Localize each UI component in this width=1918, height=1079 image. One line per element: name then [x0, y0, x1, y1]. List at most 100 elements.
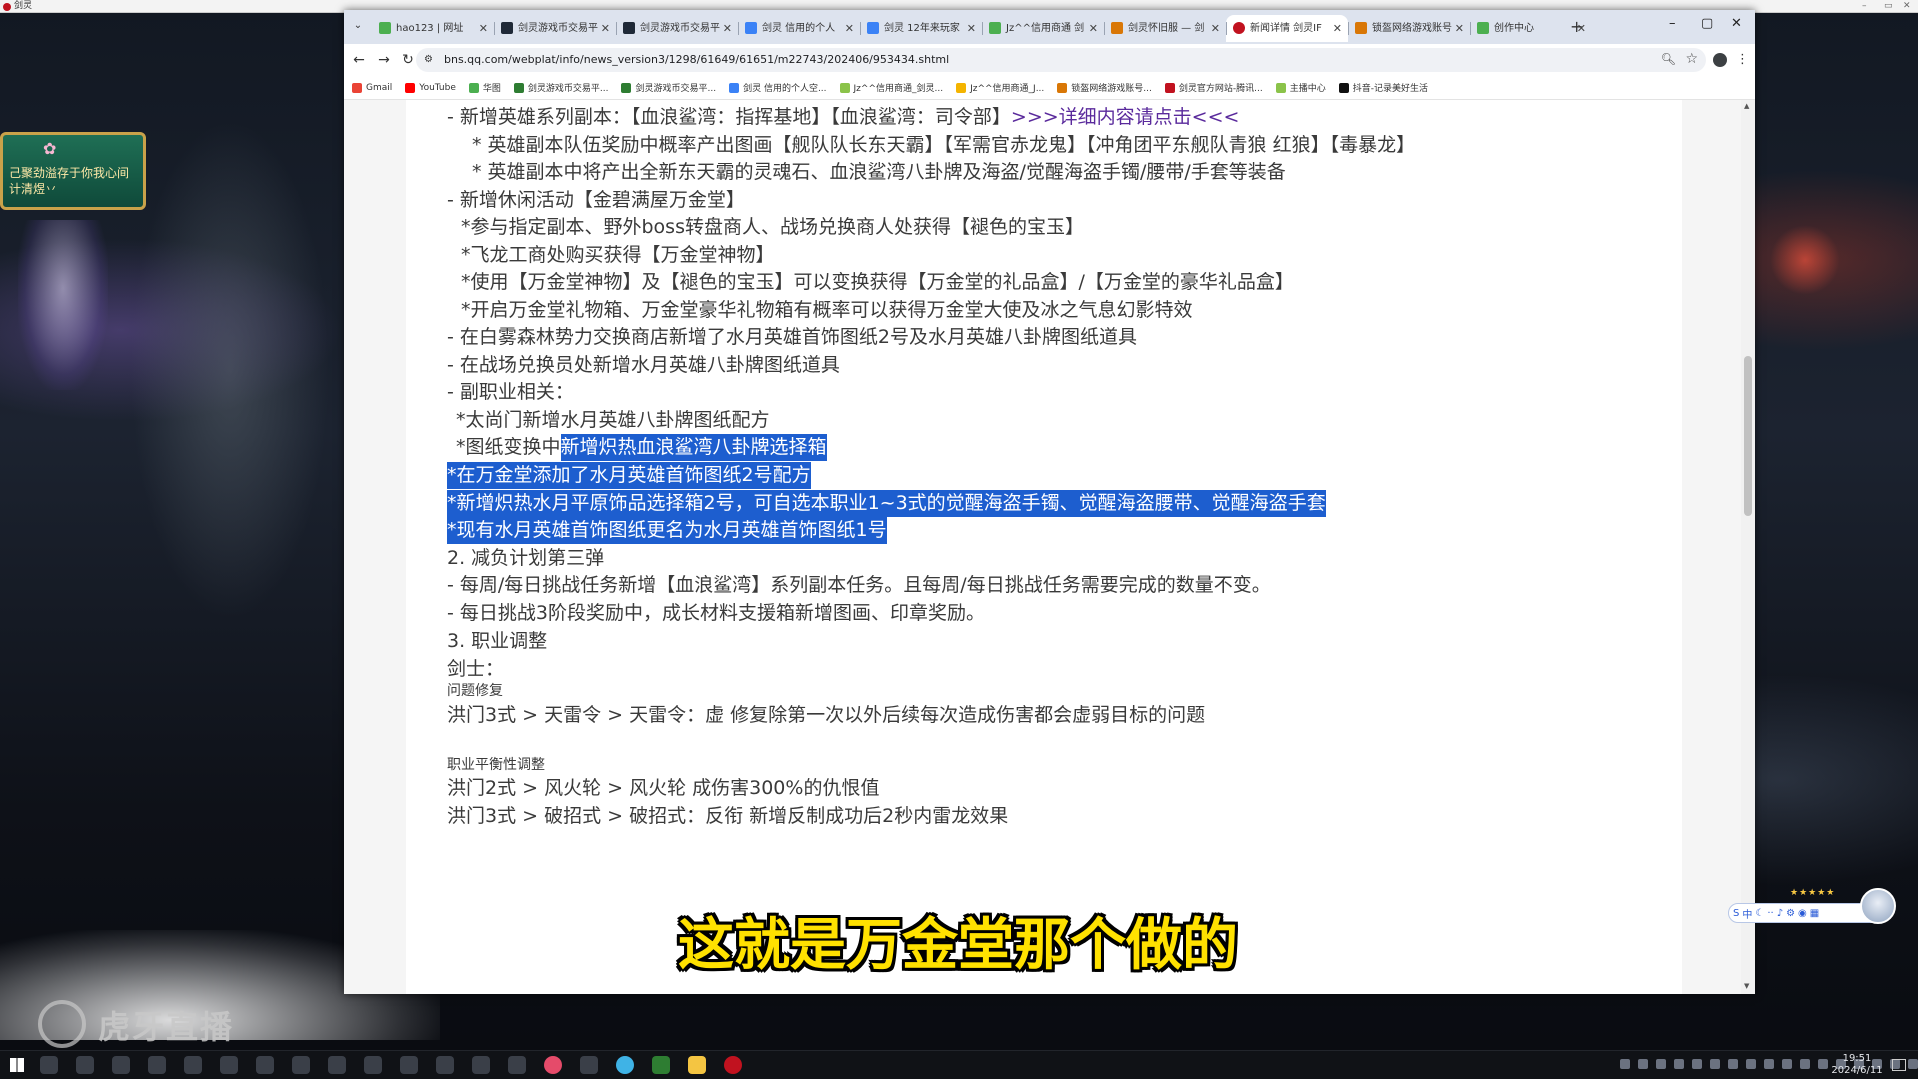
ime-grid-icon[interactable]: ▦: [1810, 908, 1819, 919]
music-app-icon[interactable]: [544, 1056, 562, 1074]
bookmark-item[interactable]: 抖音-记录美好生活: [1338, 81, 1428, 94]
tab-close-icon[interactable]: ✕: [1333, 15, 1342, 42]
bookmark-item[interactable]: Jz^^信用商通_剑灵...: [839, 81, 943, 94]
ime-icon[interactable]: S: [1733, 908, 1739, 919]
forward-icon[interactable]: →: [375, 51, 393, 69]
taskbar-app-icon[interactable]: [220, 1056, 238, 1074]
bookmark-item[interactable]: 剑灵游戏币交易平...: [621, 81, 716, 94]
terminal-app-icon[interactable]: [652, 1056, 670, 1074]
bookmark-item[interactable]: Jz^^信用商通_J...: [956, 81, 1044, 94]
site-info-icon[interactable]: ⚙: [424, 54, 436, 66]
tab-3[interactable]: 剑灵 信用的个人 ✕: [738, 15, 860, 42]
page-scrollbar[interactable]: ▲ ▼: [1741, 100, 1755, 994]
profile-icon[interactable]: [1713, 53, 1727, 67]
tab-close-icon[interactable]: ✕: [1089, 15, 1098, 42]
tray-icon[interactable]: [1782, 1059, 1792, 1069]
bookmark-item[interactable]: 剑灵游戏币交易平...: [513, 81, 608, 94]
ime-mic-icon[interactable]: ♪: [1777, 908, 1783, 919]
taskbar-app-icon[interactable]: [40, 1056, 58, 1074]
windows-start-icon[interactable]: [10, 1058, 24, 1072]
game-maximize-icon[interactable]: ▭: [1884, 0, 1893, 13]
taskbar-app-icon[interactable]: [256, 1056, 274, 1074]
back-icon[interactable]: ←: [350, 51, 368, 69]
taskbar-app-icon[interactable]: [112, 1056, 130, 1074]
game-close-icon[interactable]: ✕: [1903, 0, 1911, 13]
tray-icon[interactable]: [1638, 1059, 1648, 1069]
detail-link[interactable]: >>>详细内容请点击<<<: [1011, 106, 1240, 128]
ime-mode-icon[interactable]: 中: [1742, 906, 1752, 921]
bookmark-favicon-icon: [621, 82, 632, 93]
game-launcher-icon[interactable]: [688, 1056, 706, 1074]
minimize-icon[interactable]: –: [1669, 16, 1676, 31]
menu-icon[interactable]: ⋮: [1736, 52, 1749, 67]
taskbar-app-icon[interactable]: [400, 1056, 418, 1074]
tab-close-icon[interactable]: ✕: [723, 15, 732, 42]
tab-7[interactable]: 新闻详情 剑灵IF ✕: [1226, 15, 1348, 42]
bookmark-item[interactable]: 华图: [468, 81, 501, 94]
tray-icon[interactable]: [1746, 1059, 1756, 1069]
tab-search-icon[interactable]: ⌄: [350, 18, 366, 34]
ime-dots-icon[interactable]: ··: [1767, 908, 1773, 919]
close-window-icon[interactable]: ✕: [1731, 16, 1742, 31]
taskbar-app-icon[interactable]: [292, 1056, 310, 1074]
zoom-icon[interactable]: 🔍︎: [1661, 52, 1676, 66]
taskbar-app-icon[interactable]: [184, 1056, 202, 1074]
browser-app-icon[interactable]: [616, 1056, 634, 1074]
notepad-app-icon[interactable]: [580, 1056, 598, 1074]
tab-close-icon[interactable]: ✕: [479, 15, 488, 42]
game-event-popup[interactable]: ✿ 己聚劲溢存于你我心间 计清煜丷: [0, 132, 146, 210]
maximize-icon[interactable]: ▢: [1701, 16, 1713, 31]
taskbar-app-icon[interactable]: [76, 1056, 94, 1074]
taskbar-app-icon[interactable]: [364, 1056, 382, 1074]
tab-2[interactable]: 剑灵游戏币交易平 ✕: [616, 15, 738, 42]
bookmark-item[interactable]: YouTube: [405, 82, 456, 93]
bookmark-item[interactable]: 剑灵官方网站-腾讯...: [1164, 81, 1263, 94]
tab-close-icon[interactable]: ✕: [1211, 15, 1220, 42]
scroll-up-icon[interactable]: ▲: [1744, 102, 1749, 110]
tab-close-icon[interactable]: ✕: [845, 15, 854, 42]
ime-avatar[interactable]: [1860, 888, 1896, 924]
article-text: * 英雄副本中将产出全新东天霸的灵魂石、血浪鲨湾八卦牌及海盗/觉醒海盗手镯/腰带…: [472, 161, 1286, 183]
scroll-thumb[interactable]: [1744, 356, 1752, 516]
tab-0[interactable]: hao123 | 网址 ✕: [372, 15, 494, 42]
tray-icon[interactable]: [1692, 1059, 1702, 1069]
tray-icon[interactable]: [1620, 1059, 1630, 1069]
taskbar-app-icon[interactable]: [148, 1056, 166, 1074]
tray-icon[interactable]: [1764, 1059, 1774, 1069]
ime-moon-icon[interactable]: ☾: [1755, 908, 1764, 919]
address-bar[interactable]: ⚙ bns.qq.com/webplat/info/news_version3/…: [416, 48, 1706, 72]
url-text[interactable]: bns.qq.com/webplat/info/news_version3/12…: [444, 48, 949, 72]
ime-settings-icon[interactable]: ⚙: [1786, 908, 1795, 919]
taskbar-app-icon[interactable]: [436, 1056, 454, 1074]
taskbar-app-icon[interactable]: [508, 1056, 526, 1074]
tray-icon[interactable]: [1800, 1059, 1810, 1069]
bookmark-item[interactable]: 主播中心: [1275, 81, 1326, 94]
scroll-down-icon[interactable]: ▼: [1744, 982, 1749, 990]
tab-close-icon[interactable]: ✕: [967, 15, 976, 42]
tray-icon[interactable]: [1656, 1059, 1666, 1069]
tab-8[interactable]: 锁盔网络游戏账号 ✕: [1348, 15, 1470, 42]
reload-icon[interactable]: ↻: [399, 51, 417, 69]
tray-icon[interactable]: [1908, 1059, 1918, 1069]
tab-close-icon[interactable]: ✕: [1455, 15, 1464, 42]
taskbar-app-icon[interactable]: [472, 1056, 490, 1074]
tray-icon[interactable]: [1728, 1059, 1738, 1069]
bookmark-item[interactable]: 剑灵 信用的个人空...: [729, 81, 827, 94]
ime-skin-icon[interactable]: ◉: [1798, 908, 1807, 919]
taskbar-clock[interactable]: 19:51 2024/6/11: [1822, 1053, 1892, 1077]
tab-6[interactable]: 剑灵怀旧服 — 剑 ✕: [1104, 15, 1226, 42]
tab-close-icon[interactable]: ✕: [601, 15, 610, 42]
taskbar-app-icon[interactable]: [328, 1056, 346, 1074]
tray-icon[interactable]: [1710, 1059, 1720, 1069]
tab-4[interactable]: 剑灵 12年来玩家 ✕: [860, 15, 982, 42]
tray-icon[interactable]: [1674, 1059, 1684, 1069]
game-minimize-icon[interactable]: –: [1862, 0, 1867, 13]
notification-icon[interactable]: [1892, 1059, 1906, 1071]
bookmark-item[interactable]: 锁盔网络游戏账号...: [1057, 81, 1152, 94]
new-tab-icon[interactable]: +: [1570, 17, 1583, 36]
bookmark-star-icon[interactable]: ☆: [1685, 51, 1698, 67]
game-app-icon[interactable]: [724, 1056, 742, 1074]
tab-1[interactable]: 剑灵游戏币交易平 ✕: [494, 15, 616, 42]
tab-5[interactable]: Jz^^信用商通 剑 ✕: [982, 15, 1104, 42]
bookmark-item[interactable]: Gmail: [352, 82, 392, 93]
